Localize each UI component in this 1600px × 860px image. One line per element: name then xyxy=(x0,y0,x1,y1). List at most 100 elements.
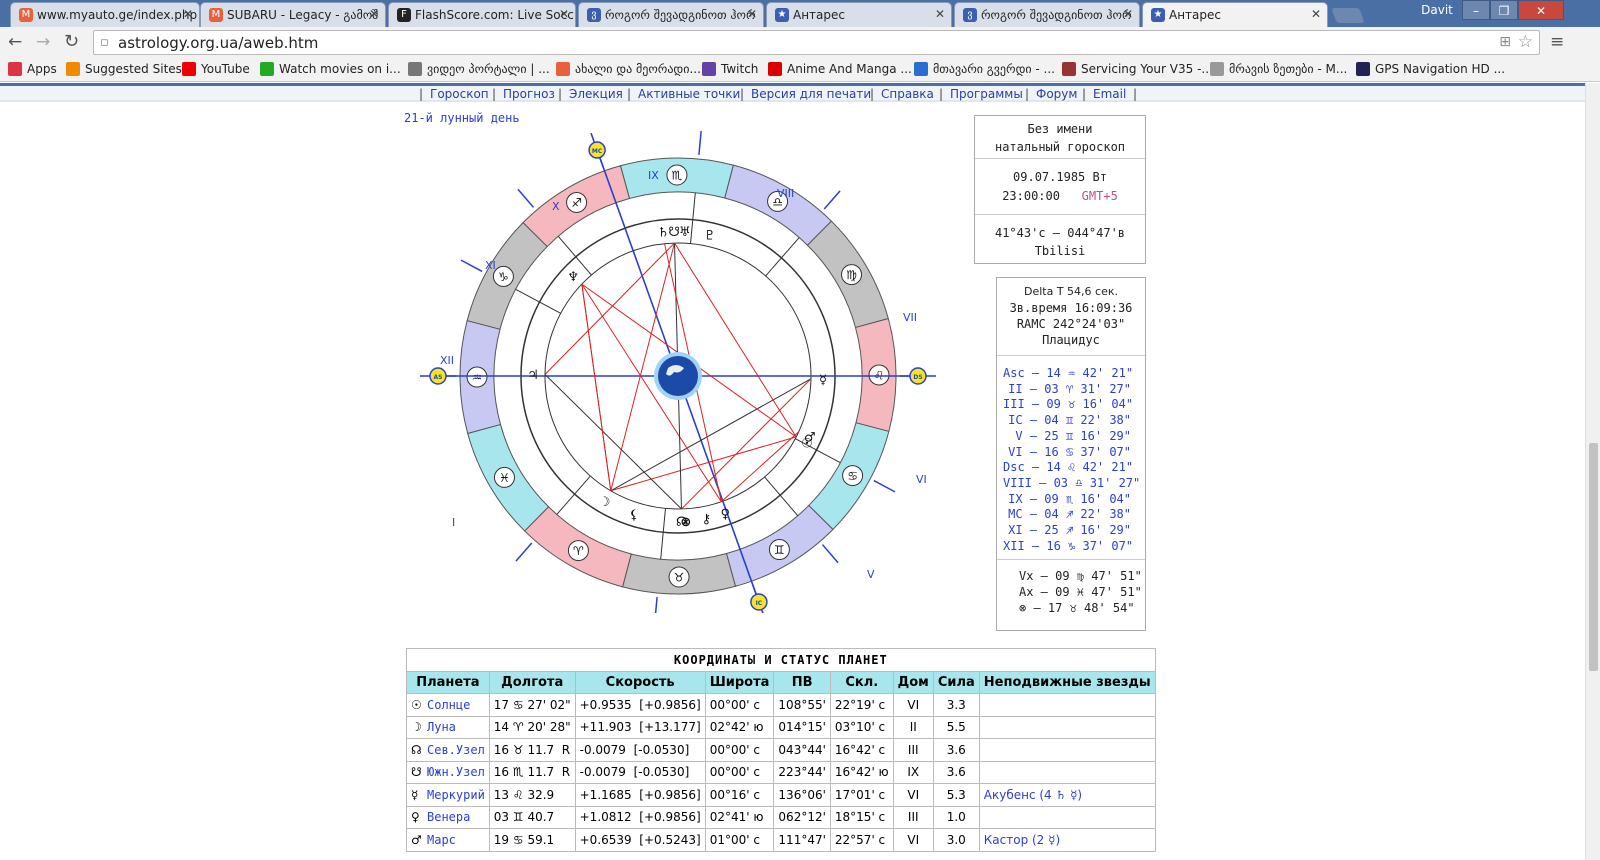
bookmark-item[interactable]: ვიდეო პორტალი | ... xyxy=(408,62,550,76)
houses-box: Delta T 54,6 сек. Зв.время 16:09:36 RAMC… xyxy=(996,277,1146,631)
table-title: КООРДИНАТЫ И СТАТУС ПЛАНЕТ xyxy=(406,648,1156,672)
nav-separator: | xyxy=(939,87,944,101)
aspect-line xyxy=(544,374,682,510)
aspect-line xyxy=(674,242,797,438)
house-outer-tick xyxy=(873,479,896,493)
planet-link[interactable]: Марс xyxy=(427,833,456,847)
nav-link[interactable]: Версия для печати xyxy=(751,87,871,101)
house-cusp-row: Asc – 14 ♒ 42' 21" xyxy=(1003,366,1134,380)
browser-tab[interactable]: ვ როგორ შევადგინოთ ჰორ ✕ xyxy=(578,2,764,27)
nav-link[interactable]: Прогноз xyxy=(503,87,555,101)
nav-link[interactable]: Гороскоп xyxy=(430,87,489,101)
nav-link[interactable]: Справка xyxy=(881,87,934,101)
translate-icon[interactable]: ⊞ xyxy=(1499,34,1511,50)
tab-close-icon[interactable]: ✕ xyxy=(183,7,193,21)
planet-link[interactable]: Сев.Узел xyxy=(427,743,485,757)
browser-tab[interactable]: ★ Антарес ✕ xyxy=(766,2,952,27)
house-outer-tick xyxy=(515,542,533,562)
house-system: Плацидус xyxy=(1042,333,1100,347)
planet-link[interactable]: Венера xyxy=(427,810,470,824)
bookmark-label: YouTube xyxy=(201,62,250,76)
earth-globe-icon xyxy=(658,356,698,396)
browser-tab[interactable]: ★ Антарес ✕ xyxy=(1142,2,1328,27)
bookmark-item[interactable]: Watch movies on i... xyxy=(260,62,401,76)
menu-icon[interactable]: ≡ xyxy=(1550,32,1564,52)
tab-close-icon[interactable]: ✕ xyxy=(747,7,757,21)
bookmark-item[interactable]: YouTube xyxy=(182,62,250,76)
bookmark-item[interactable]: Suggested Sites xyxy=(66,62,182,76)
bookmark-icon xyxy=(1210,62,1224,76)
nav-separator: | xyxy=(1133,87,1138,101)
bookmark-item[interactable]: GPS Navigation HD ... xyxy=(1356,62,1505,76)
bookmark-item[interactable]: Apps xyxy=(8,62,57,76)
planet-link[interactable]: Солнце xyxy=(427,698,470,712)
tab-favicon-icon: ვ xyxy=(963,8,977,22)
fixed-star-link[interactable]: Кастор (2 ☿) xyxy=(984,833,1060,847)
bookmark-label: ახალი და მეორადი... xyxy=(575,62,701,76)
new-tab-button[interactable] xyxy=(1331,8,1365,23)
reload-icon[interactable]: ↻ xyxy=(64,31,79,52)
bookmark-item[interactable]: Servicing Your V35 -... xyxy=(1062,62,1213,76)
table-header-cell: ПВ xyxy=(773,670,831,694)
nav-link[interactable]: Программы xyxy=(950,87,1023,101)
tab-title: SUBARU - Legacy - გამოშ xyxy=(227,8,379,22)
tab-favicon-icon: M xyxy=(19,8,33,22)
fixed-star-link[interactable]: Акубенс (4 ♄ ☿) xyxy=(984,788,1082,802)
planet-link[interactable]: Меркурий xyxy=(427,788,485,802)
bookmark-item[interactable]: მთავარი გვერდი - ... xyxy=(914,62,1055,76)
planet-glyph-icon: ☿ xyxy=(411,787,419,802)
nav-link[interactable]: Активные точки xyxy=(638,87,740,101)
nav-separator: | xyxy=(492,87,497,101)
nav-link[interactable]: Форум xyxy=(1036,87,1077,101)
toolbar: ← → ↻ ▫ astrology.org.ua/aweb.htm ⊞ ☆ ≡ xyxy=(0,27,1600,58)
planet-glyph: ♆ xyxy=(567,270,579,285)
tab-close-icon[interactable]: ✕ xyxy=(1311,7,1321,21)
planet-glyph-icon: ☊ xyxy=(411,742,422,757)
bookmark-item[interactable]: ახალი და მეორადი... xyxy=(556,62,701,76)
forward-icon[interactable]: → xyxy=(36,32,50,52)
star-icon[interactable]: ☆ xyxy=(1518,32,1533,52)
window-close-button[interactable]: ✕ xyxy=(1518,0,1564,20)
nav-separator: | xyxy=(870,87,875,101)
tab-close-icon[interactable]: ✕ xyxy=(369,7,379,21)
zodiac-sign-glyph: ♊ xyxy=(774,543,785,557)
browser-tab[interactable]: Mwww.myauto.ge/index.php ✕ xyxy=(10,2,200,27)
browser-tab[interactable]: ვ როგორ შევადგინოთ ჰორ ✕ xyxy=(954,2,1140,27)
bookmark-item[interactable]: მრავის ზეთები - M... xyxy=(1210,62,1347,76)
table-header-cell: Неподвижные звезды xyxy=(978,670,1156,694)
house-cusp-row: IC – 04 ♊ 22' 38" xyxy=(1008,413,1131,428)
house-outer-tick xyxy=(823,190,841,210)
planet-link[interactable]: Луна xyxy=(427,720,456,734)
cell-dec: 18°15' с xyxy=(829,805,894,829)
tab-close-icon[interactable]: ✕ xyxy=(935,7,945,21)
browser-tab[interactable]: M SUBARU - Legacy - გამოშ ✕ xyxy=(200,2,386,27)
page-icon: ▫ xyxy=(100,35,109,50)
cell-dec: 22°57' с xyxy=(829,828,894,852)
cell-power: 3.6 xyxy=(932,760,980,784)
browser-tab[interactable]: F FlashScore.com: Live Socc ✕ xyxy=(388,2,576,27)
bookmark-item[interactable]: Anime And Manga ... xyxy=(768,62,912,76)
address-bar[interactable]: ▫ astrology.org.ua/aweb.htm ⊞ ☆ xyxy=(93,30,1540,55)
cell-dec: 22°19' с xyxy=(829,693,894,717)
table-header-cell: Широта xyxy=(704,670,775,694)
minimize-button[interactable]: – xyxy=(1462,0,1490,20)
bookmark-item[interactable]: Twitch xyxy=(702,62,758,76)
cell-power: 3.3 xyxy=(932,693,980,717)
house-numeral: IX xyxy=(648,169,659,182)
nav-link[interactable]: Элекция xyxy=(569,87,623,101)
bookmark-icon xyxy=(8,62,22,76)
tab-close-icon[interactable]: ✕ xyxy=(559,7,569,21)
nav-link[interactable]: Email xyxy=(1093,87,1126,101)
user-badge[interactable]: Davit xyxy=(1416,0,1458,20)
house-numeral: XII xyxy=(440,354,454,367)
zodiac-sign-glyph: ♍ xyxy=(846,268,857,282)
maximize-button[interactable]: ❐ xyxy=(1490,0,1518,20)
tab-close-icon[interactable]: ✕ xyxy=(1123,7,1133,21)
back-icon[interactable]: ← xyxy=(8,32,22,52)
cell-power: 3.0 xyxy=(932,828,980,852)
scroll-thumb[interactable] xyxy=(1589,443,1598,671)
cell-house: VI xyxy=(892,828,934,852)
vertical-scrollbar[interactable] xyxy=(1585,83,1600,860)
planet-link[interactable]: Южн.Узел xyxy=(427,765,485,779)
fixed-star-cell: Кастор (2 ☿) xyxy=(978,828,1156,852)
